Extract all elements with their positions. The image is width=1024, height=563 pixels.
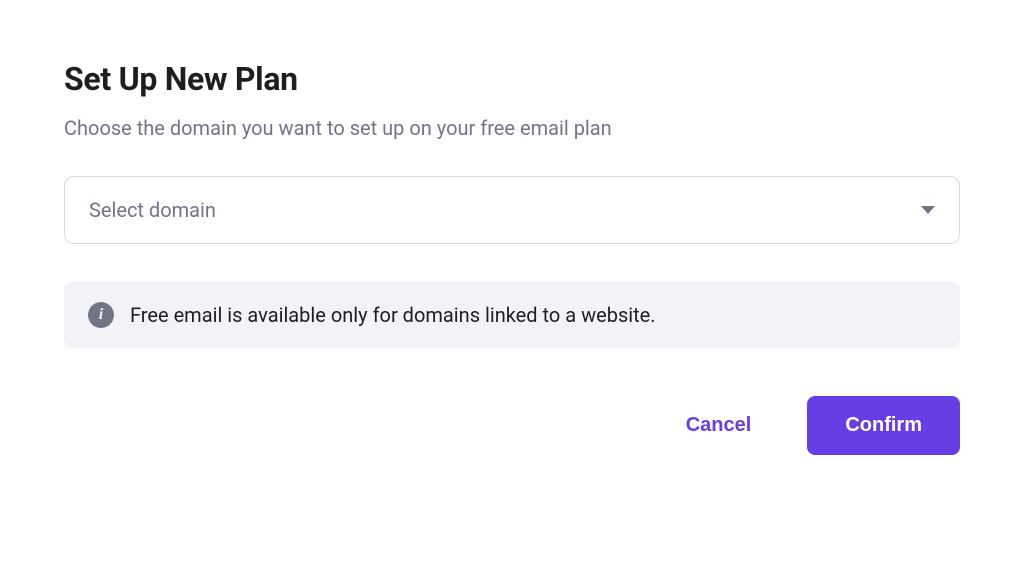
info-icon: i <box>88 302 114 328</box>
dialog-actions: Cancel Confirm <box>64 396 960 455</box>
cancel-button[interactable]: Cancel <box>678 402 760 449</box>
info-message: Free email is available only for domains… <box>130 303 656 327</box>
domain-select[interactable]: Select domain <box>64 176 960 244</box>
domain-select-placeholder: Select domain <box>89 198 216 222</box>
domain-select-wrapper: Select domain <box>64 176 960 244</box>
page-subtitle: Choose the domain you want to set up on … <box>64 116 960 140</box>
page-title: Set Up New Plan <box>64 60 960 98</box>
confirm-button[interactable]: Confirm <box>807 396 960 455</box>
caret-down-icon <box>921 206 935 214</box>
info-banner: i Free email is available only for domai… <box>64 282 960 348</box>
